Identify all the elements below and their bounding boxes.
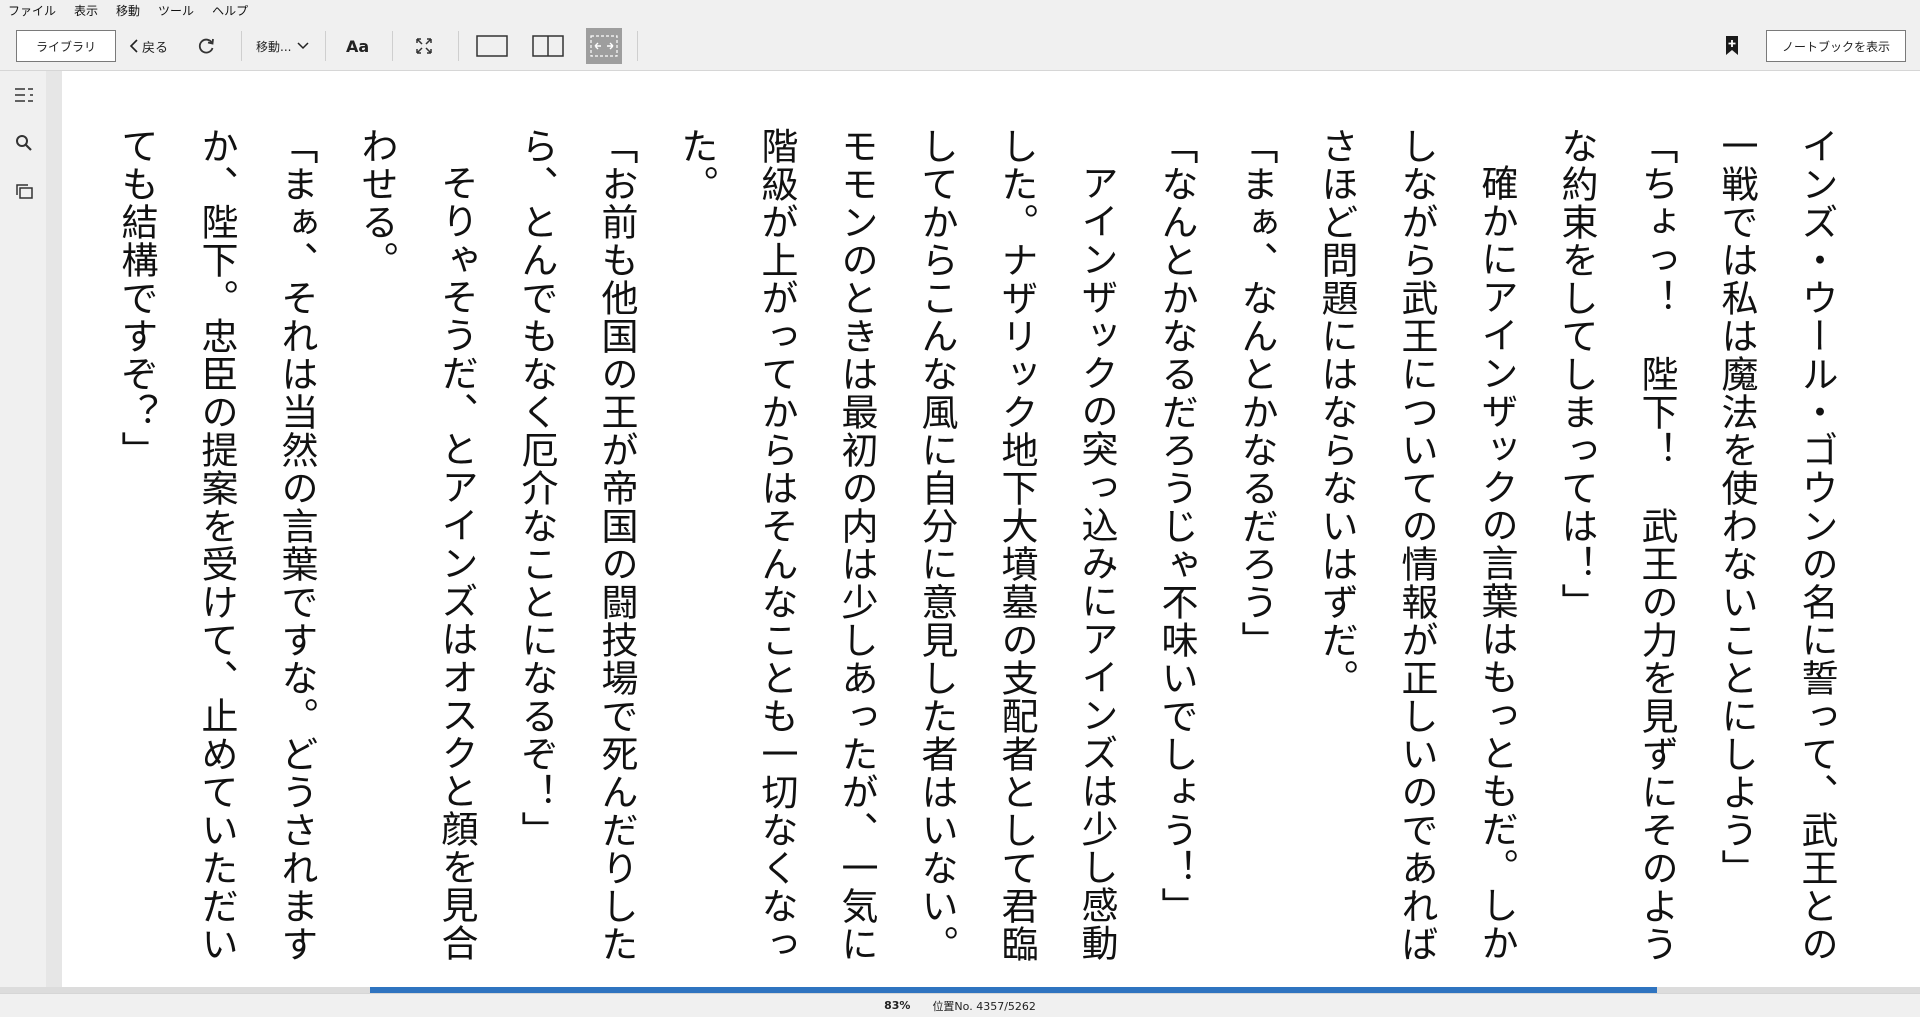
goto-label: 移動... bbox=[256, 39, 292, 54]
table-of-contents-icon[interactable] bbox=[14, 85, 34, 105]
paragraph: 「ちょっ！ 陛下！ 武王の力を見ずにそのような約束をしてしまっては！」 bbox=[1555, 127, 1678, 963]
menu-bar: ファイル 表示 移動 ツール ヘルプ bbox=[0, 0, 1920, 22]
paragraph: 「まぁ、なんとかなるだろう」 bbox=[1235, 127, 1278, 659]
status-bar: 83% 位置No. 4357/5262 bbox=[0, 993, 1920, 1017]
reading-percent: 83% bbox=[884, 999, 911, 1012]
library-button[interactable]: ライブラリ bbox=[16, 30, 116, 62]
menu-tools[interactable]: ツール bbox=[149, 0, 203, 22]
back-label: 戻る bbox=[142, 40, 169, 56]
goto-dropdown[interactable]: 移動... bbox=[256, 22, 309, 70]
left-rail bbox=[0, 71, 47, 987]
paragraph: 「お前も他国の王が帝国の闘技場で死んだりしたら、とんでもなく厄介なことになるぞ！… bbox=[515, 127, 638, 963]
fit-width-icon[interactable] bbox=[586, 28, 622, 64]
single-page-icon[interactable] bbox=[476, 22, 508, 70]
menu-view[interactable]: 表示 bbox=[65, 0, 107, 22]
menu-help[interactable]: ヘルプ bbox=[203, 0, 257, 22]
fullscreen-icon[interactable] bbox=[414, 22, 434, 70]
menu-go[interactable]: 移動 bbox=[107, 0, 149, 22]
search-icon[interactable] bbox=[14, 133, 34, 153]
page-gutter bbox=[46, 71, 62, 987]
bookmark-add-icon[interactable] bbox=[1724, 22, 1740, 70]
paragraph: 確かにアインザックの言葉はもっともだ。しかしながら武王についての情報が正しいので… bbox=[1315, 127, 1518, 963]
sync-icon[interactable] bbox=[196, 22, 216, 70]
back-button[interactable]: 戻る bbox=[128, 22, 168, 70]
paragraph: 「まぁ、それは当然の言葉ですな。どうされますか、陛下。忠臣の提案を受けて、止めて… bbox=[115, 127, 318, 963]
two-page-icon[interactable] bbox=[532, 22, 564, 70]
paragraph: インズ・ウール・ゴウンの名に誓って、武王との一戦では私は魔法を使わないことにしよ… bbox=[1715, 127, 1838, 963]
toolbar: ライブラリ 戻る 移動... Aa ノートブックを表示 bbox=[0, 22, 1920, 71]
chevron-left-icon bbox=[128, 38, 140, 54]
paragraph: 「なんとかなるだろうじゃ不味いでしょう！」 bbox=[1155, 127, 1198, 925]
show-notebook-button[interactable]: ノートブックを表示 bbox=[1766, 30, 1906, 62]
menu-file[interactable]: ファイル bbox=[0, 0, 65, 22]
chevron-down-icon bbox=[297, 41, 309, 51]
font-settings-button[interactable]: Aa bbox=[346, 37, 369, 56]
paragraph: アインザックの突っ込みにアインズは少し感動した。ナザリック地下大墳墓の支配者とし… bbox=[675, 127, 1118, 963]
location-indicator: 位置No. 4357/5262 bbox=[932, 999, 1036, 1013]
flashcards-icon[interactable] bbox=[14, 181, 34, 201]
reading-page[interactable]: インズ・ウール・ゴウンの名に誓って、武王との一戦では私は魔法を使わないことにしよ… bbox=[62, 71, 1920, 987]
book-text: インズ・ウール・ゴウンの名に誓って、武王との一戦では私は魔法を使わないことにしよ… bbox=[96, 127, 1856, 975]
paragraph: そりゃそうだ、とアインズはオスクと顔を見合わせる。 bbox=[355, 127, 478, 962]
